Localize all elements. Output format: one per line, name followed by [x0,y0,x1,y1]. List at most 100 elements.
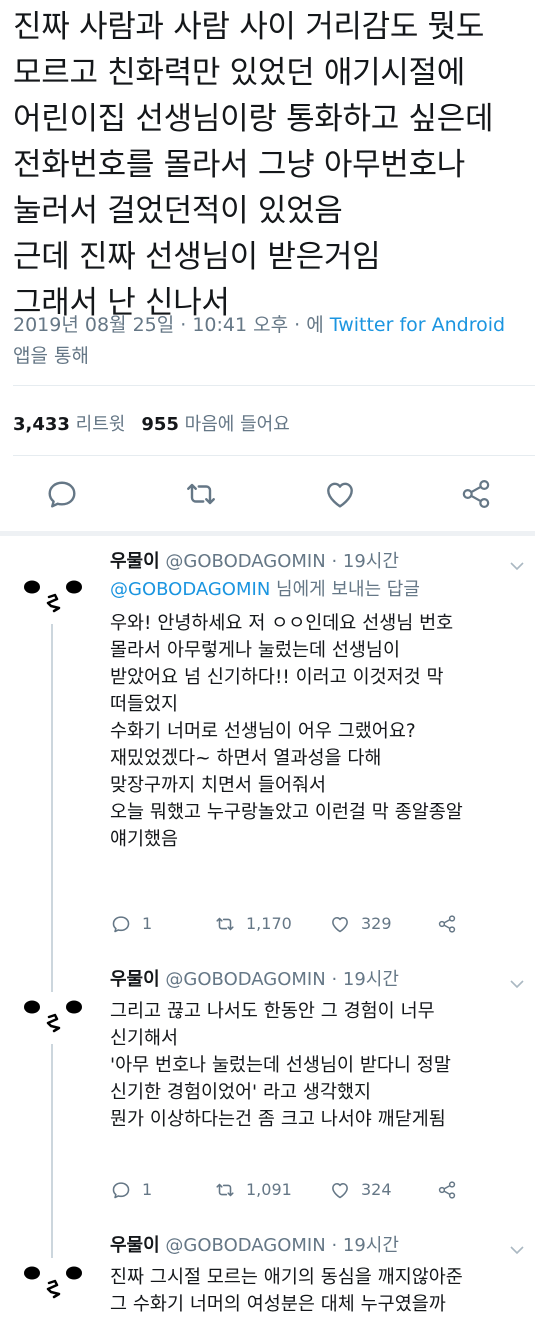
like-button[interactable]: 324 [329,1177,392,1203]
reply-text: 우와! 안녕하세요 저 ㅇㅇ인데요 선생님 번호 몰라서 아무렇게나 눌렀는데 … [110,610,535,853]
reply-icon [112,1182,130,1199]
retweet-button[interactable] [183,476,219,512]
tweet-text-line: 진짜 사람과 사람 사이 거리감도 뭣도 [13,9,485,45]
reply-icon [112,916,130,933]
reply-tweet[interactable]: 우물이 @GOBODAGOMIN · 19시간 진짜 그시절 모르는 애기의 동… [0,1224,535,1334]
retweet-count: 1,091 [246,1180,292,1199]
reply-tweet[interactable]: 우물이 @GOBODAGOMIN · 19시간 @GOBODAGOMIN 님에게… [0,536,535,960]
retweet-icon [187,483,215,505]
reply-text-line: 뭔가 이상하다는건 좀 크고 나서야 깨닫게됨 [110,1109,446,1130]
author-name[interactable]: 우물이 [110,1235,160,1256]
retweet-stat[interactable]: 3,433 리트윗 [13,414,125,435]
reply-action-bar: 1 1,170 329 [110,911,510,937]
reply-header: 우물이 @GOBODAGOMIN · 19시간 [110,968,399,992]
tweet-text-line: 전화번호를 몰라서 그냥 아무번호나 [13,147,465,183]
tweet-meta: 2019년 08월 25일 · 10:41 오후 · 에 Twitter for… [13,310,518,372]
like-count: 955 [141,414,179,435]
reply-text-line: 떠들었지 [110,694,179,715]
reply-text-line: 수화기 너머로 선생님이 어우 그랬어요? [110,721,416,742]
share-button[interactable] [436,1177,458,1203]
tweet-timestamp[interactable]: 2019년 08월 25일 · 10:41 오후 · 에 [13,314,324,336]
reply-time: · 19시간 [331,1235,399,1256]
retweet-icon [216,917,234,931]
tweet-action-bar [0,476,535,512]
avatar[interactable] [18,1264,88,1314]
reply-text-line: 진짜 그시절 모르는 애기의 동심을 깨지않아준 [110,1267,463,1288]
chevron-down-icon[interactable] [509,979,525,989]
reply-text-line: 맞장구까지 치면서 들어줘서 [110,775,327,796]
avatar[interactable] [18,578,88,628]
tweet-stats: 3,433 리트윗 955 마음에 들어요 [13,410,290,436]
retweet-count: 1,170 [246,914,292,933]
reply-text-line: 우와! 안녕하세요 저 ㅇㅇ인데요 선생님 번호 [110,613,454,634]
reply-time: · 19시간 [331,551,399,572]
reply-text-line: 그 수화기 너머의 여성분은 대체 누구였을까 [110,1294,446,1315]
author-handle[interactable]: @GOBODAGOMIN [165,1235,325,1256]
thread-line [51,624,53,960]
avatar[interactable] [18,998,88,1048]
tweet-text-line: 근데 진짜 선생님이 받은거임 [13,239,381,275]
like-count: 329 [361,914,392,933]
author-name[interactable]: 우물이 [110,551,160,572]
reply-text: 그리고 끊고 나서도 한동안 그 경험이 너무 신기해서 '아무 번호나 눌렀는… [110,998,535,1133]
thread-line [51,960,53,992]
like-label: 마음에 들어요 [184,414,290,435]
retweet-icon [216,1183,234,1197]
tweet-source-link[interactable]: Twitter for Android [330,314,505,336]
like-button[interactable] [322,476,358,512]
reply-icon [48,481,76,508]
replying-to-suffix: 님에게 보내는 답글 [270,579,420,600]
reply-text-line: 그리고 끊고 나서도 한동안 그 경험이 너무 [110,1001,435,1022]
replying-to: @GOBODAGOMIN 님에게 보내는 답글 [110,576,420,604]
divider [13,385,535,386]
retweet-button[interactable]: 1,091 [214,1177,292,1203]
author-handle[interactable]: @GOBODAGOMIN [165,969,325,990]
tweet-text-line: 눌러서 걸었던적이 있었음 [13,193,343,229]
heart-icon [327,482,353,508]
like-stat[interactable]: 955 마음에 들어요 [141,414,289,435]
tweet-text: 진짜 사람과 사람 사이 거리감도 뭣도 모르고 친화력만 있었던 애기시절에 … [13,4,528,326]
share-icon [438,1181,456,1199]
like-button[interactable]: 329 [329,911,392,937]
replying-to-handle[interactable]: @GOBODAGOMIN [110,579,270,600]
chevron-down-icon[interactable] [509,1245,525,1255]
share-icon [438,915,456,933]
reply-button[interactable] [44,476,80,512]
retweet-count: 3,433 [13,414,70,435]
share-button[interactable] [458,476,494,512]
reply-header: 우물이 @GOBODAGOMIN · 19시간 [110,550,399,574]
author-handle[interactable]: @GOBODAGOMIN [165,551,325,572]
share-button[interactable] [436,911,458,937]
tweet-source-suffix: 앱을 통해 [13,345,89,367]
heart-icon [332,916,348,933]
like-count: 324 [361,1180,392,1199]
reply-text-line: 오늘 뭐했고 누구랑놀았고 이런걸 막 종알종알 [110,802,463,823]
reply-text-line: '아무 번호나 눌렀는데 선생님이 받다니 정말 [110,1055,451,1076]
retweet-button[interactable]: 1,170 [214,911,292,937]
reply-header: 우물이 @GOBODAGOMIN · 19시간 [110,1234,399,1258]
reply-action-bar: 1 1,091 324 [110,1177,510,1203]
reply-text-line: 받았어요 넘 신기하다!! 이러고 이것저것 막 [110,667,444,688]
retweet-label: 리트윗 [75,414,126,435]
reply-button[interactable]: 1 [110,911,152,937]
reply-button[interactable]: 1 [110,1177,152,1203]
reply-text-line: 신기한 경험이었어' 라고 생각했지 [110,1082,372,1103]
tweet-text-line: 모르고 친화력만 있었던 애기시절에 [13,55,465,91]
thread-line [51,1224,53,1258]
author-name[interactable]: 우물이 [110,969,160,990]
reply-count: 1 [142,1180,153,1199]
chevron-down-icon[interactable] [509,561,525,571]
reply-text-line: 얘기했음 [110,829,179,850]
reply-count: 1 [142,914,153,933]
reply-text: 진짜 그시절 모르는 애기의 동심을 깨지않아준 그 수화기 너머의 여성분은 … [110,1264,535,1318]
reply-time: · 19시간 [331,969,399,990]
reply-text-line: 재밌었겠다~ 하면서 열과성을 다해 [110,748,382,769]
share-icon [462,479,490,509]
reply-text-line: 신기해서 [110,1028,179,1049]
tweet-text-line: 어린이집 선생님이랑 통화하고 싶은데 [13,101,494,137]
thread-line [51,1044,53,1224]
reply-text-line: 몰라서 아무렇게나 눌렀는데 선생님이 [110,640,400,661]
reply-tweet[interactable]: 우물이 @GOBODAGOMIN · 19시간 그리고 끊고 나서도 한동안 그… [0,960,535,1224]
divider [13,455,535,456]
heart-icon [332,1182,348,1199]
